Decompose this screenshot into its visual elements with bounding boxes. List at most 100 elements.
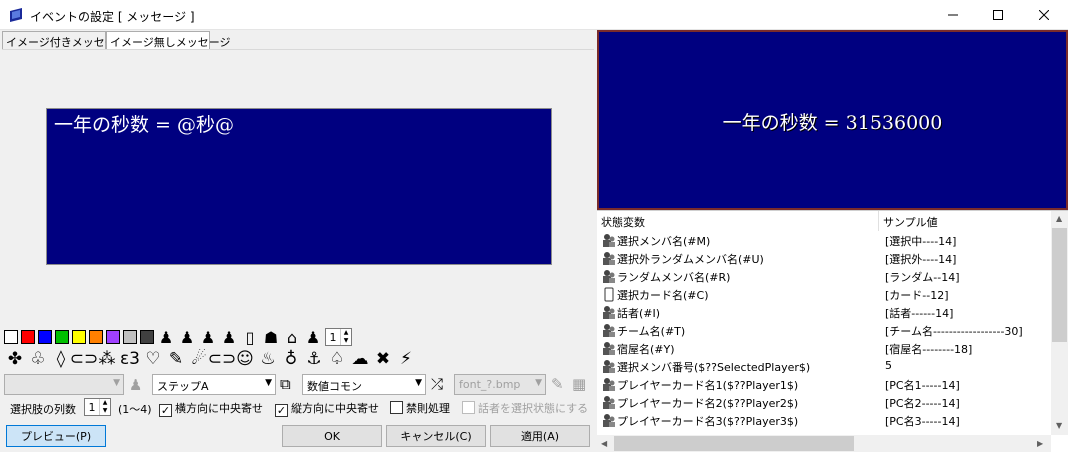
close-button[interactable] [1021, 0, 1067, 30]
variable-name: ランダムメンバ名(#R) [617, 271, 731, 284]
speaker-tool-icon[interactable]: ♟ [129, 376, 142, 394]
symbol-smile-icon[interactable]: ☺ [234, 348, 256, 370]
table-row[interactable]: 選択外ランダムメンバ名(#U) [選択外----14] [597, 250, 1051, 267]
random-member-icon [603, 270, 615, 283]
table-row[interactable]: ランダムメンバ名(#R) [ランダム--14] [597, 268, 1051, 285]
symbol-drop-icon[interactable]: ♁ [280, 348, 302, 370]
sample-value: [チーム名------------------30] [885, 325, 1023, 338]
stepper-down-icon[interactable]: ▼ [341, 337, 351, 345]
symbol-cross-icon[interactable]: ⁂ [96, 348, 118, 370]
scroll-thumb[interactable] [1052, 228, 1067, 342]
symbol-pen-icon[interactable]: ✎ [165, 348, 187, 370]
team-icon[interactable]: ☗ [262, 328, 280, 347]
font-select[interactable]: font_?.bmp ▼ [454, 374, 546, 395]
scroll-down-icon[interactable]: ▼ [1056, 421, 1062, 430]
scroll-left-icon[interactable]: ◀ [601, 439, 607, 448]
table-row[interactable]: 選択カード名(#C) [カード--12] [597, 286, 1051, 303]
scroll-right-icon[interactable]: ▶ [1037, 439, 1043, 448]
table-row[interactable]: 宿屋名(#Y) [宿屋名--------18] [597, 340, 1051, 357]
color-toolbar: ♟ ♟ ♟ ♟ ▯ ☗ ⌂ ♟ 1 ▲ ▼ [4, 326, 352, 348]
sample-value: [PC名3-----14] [885, 415, 960, 428]
color-white-swatch[interactable] [4, 330, 18, 344]
random-member-icon[interactable]: ♟ [199, 328, 217, 347]
symbol-x-icon[interactable]: ✖ [372, 348, 394, 370]
shuffle-icon[interactable]: ⤮ [431, 375, 443, 393]
center-v-checkbox[interactable]: ✓ 縦方向に中央寄せ [275, 400, 379, 417]
card-icon[interactable]: ▯ [241, 328, 259, 347]
color-blue-swatch[interactable] [38, 330, 52, 344]
size-stepper[interactable]: 1 ▲ ▼ [325, 328, 352, 346]
forbid-checkbox[interactable]: 禁則処理 [390, 400, 450, 416]
color-dark-swatch[interactable] [140, 330, 154, 344]
table-row[interactable]: プレイヤーカード名2($??Player2$) [PC名2-----14] [597, 394, 1051, 411]
scroll-up-icon[interactable]: ▲ [1056, 214, 1062, 223]
color-purple-swatch[interactable] [106, 330, 120, 344]
speaker-icon[interactable]: ♟ [220, 328, 238, 347]
message-editor[interactable]: 一年の秒数 = @秒@ [46, 108, 552, 265]
maximize-button[interactable] [975, 0, 1021, 30]
team-icon [603, 324, 615, 337]
layers-icon[interactable]: ⧉ [280, 375, 291, 393]
size-value: 1 [329, 330, 337, 344]
tab-image-message[interactable]: イメージ付きメッセージ [2, 31, 127, 50]
symbol-curl-icon[interactable]: ⊂⊃ [208, 348, 237, 370]
symbol-brackets-icon[interactable]: ⊂⊃ [70, 348, 99, 370]
symbol-anchor-icon[interactable]: ⚓ [303, 348, 325, 370]
font-edit-icon[interactable]: ✎ [551, 375, 564, 393]
table-row[interactable]: チーム名(#T) [チーム名------------------30] [597, 322, 1051, 339]
preview-text: 一年の秒数 = 31536000 [722, 112, 943, 134]
minimize-button[interactable] [930, 0, 976, 30]
symbol-heart-icon[interactable]: ♡ [142, 348, 164, 370]
symbol-clover-icon[interactable]: ♧ [27, 348, 49, 370]
speaker-select-checkbox[interactable]: 話者を選択状態にする [462, 400, 588, 416]
apply-button[interactable]: 適用(A) [490, 425, 590, 447]
member-icon[interactable]: ♟ [157, 328, 175, 347]
grid-header: 状態変数 サンプル値 [597, 211, 1051, 231]
stepper-up-icon[interactable]: ▲ [341, 329, 351, 337]
font-grid-icon[interactable]: ▦ [572, 375, 586, 393]
symbol-wave-icon[interactable]: ε3 [119, 348, 141, 370]
table-row[interactable]: プレイヤーカード名3($??Player3$) [PC名3-----14] [597, 412, 1051, 429]
header-variable[interactable]: 状態変数 [601, 214, 645, 230]
message-text[interactable]: 一年の秒数 = @秒@ [54, 110, 234, 137]
symbol-hotspring-icon[interactable]: ♨ [257, 348, 279, 370]
header-sample[interactable]: サンプル値 [883, 214, 938, 230]
step-select[interactable]: ステップA ▼ [152, 374, 276, 395]
center-h-checkbox[interactable]: ✓ 横方向に中央寄せ [159, 400, 263, 417]
tab-no-image-message[interactable]: イメージ無しメッセージ [106, 31, 231, 51]
number-icon[interactable]: ♟ [304, 328, 322, 347]
other-member-icon[interactable]: ♟ [178, 328, 196, 347]
stepper-up-icon[interactable]: ▲ [100, 399, 110, 407]
vertical-scrollbar[interactable]: ▲ ▼ [1051, 211, 1068, 435]
symbol-diamond-icon[interactable]: ◊ [50, 348, 72, 370]
table-row[interactable]: 話者(#I) [話者------14] [597, 304, 1051, 321]
table-row[interactable]: 選択メンバ番号($??SelectedPlayer$) 5 [597, 358, 1051, 375]
inn-icon[interactable]: ⌂ [283, 328, 301, 347]
variable-name: チーム名(#T) [617, 325, 686, 338]
value-select[interactable]: 数値コモン ▼ [302, 374, 426, 395]
variable-name: 選択メンバ名(#M) [617, 235, 711, 248]
color-orange-swatch[interactable] [89, 330, 103, 344]
symbol-spade-icon[interactable]: ♤ [326, 348, 348, 370]
color-green-swatch[interactable] [55, 330, 69, 344]
forbid-label: 禁則処理 [406, 402, 450, 415]
table-row[interactable]: プレイヤーカード名1($??Player1$) [PC名1-----14] [597, 376, 1051, 393]
stepper-down-icon[interactable]: ▼ [100, 407, 110, 415]
choice-cols-stepper[interactable]: 1 ▲ ▼ [84, 398, 111, 416]
cancel-button[interactable]: キャンセル(C) [386, 425, 486, 447]
symbol-comet-icon[interactable]: ☄ [188, 348, 210, 370]
player-icon [603, 414, 615, 427]
ok-button[interactable]: OK [282, 425, 382, 447]
color-gray-swatch[interactable] [123, 330, 137, 344]
preview-button[interactable]: プレビュー(P) [6, 425, 106, 447]
symbol-flower-icon[interactable]: ✤ [4, 348, 26, 370]
sample-value: [選択中----14] [885, 235, 957, 248]
color-red-swatch[interactable] [21, 330, 35, 344]
scroll-thumb[interactable] [614, 436, 854, 451]
table-row[interactable]: 選択メンバ名(#M) [選択中----14] [597, 232, 1051, 249]
color-yellow-swatch[interactable] [72, 330, 86, 344]
horizontal-scrollbar[interactable]: ◀ ▶ [597, 435, 1051, 452]
symbol-cloud-icon[interactable]: ☁ [349, 348, 371, 370]
symbol-lightning-icon[interactable]: ⚡ [395, 348, 417, 370]
member-select[interactable]: ▼ [4, 374, 124, 395]
